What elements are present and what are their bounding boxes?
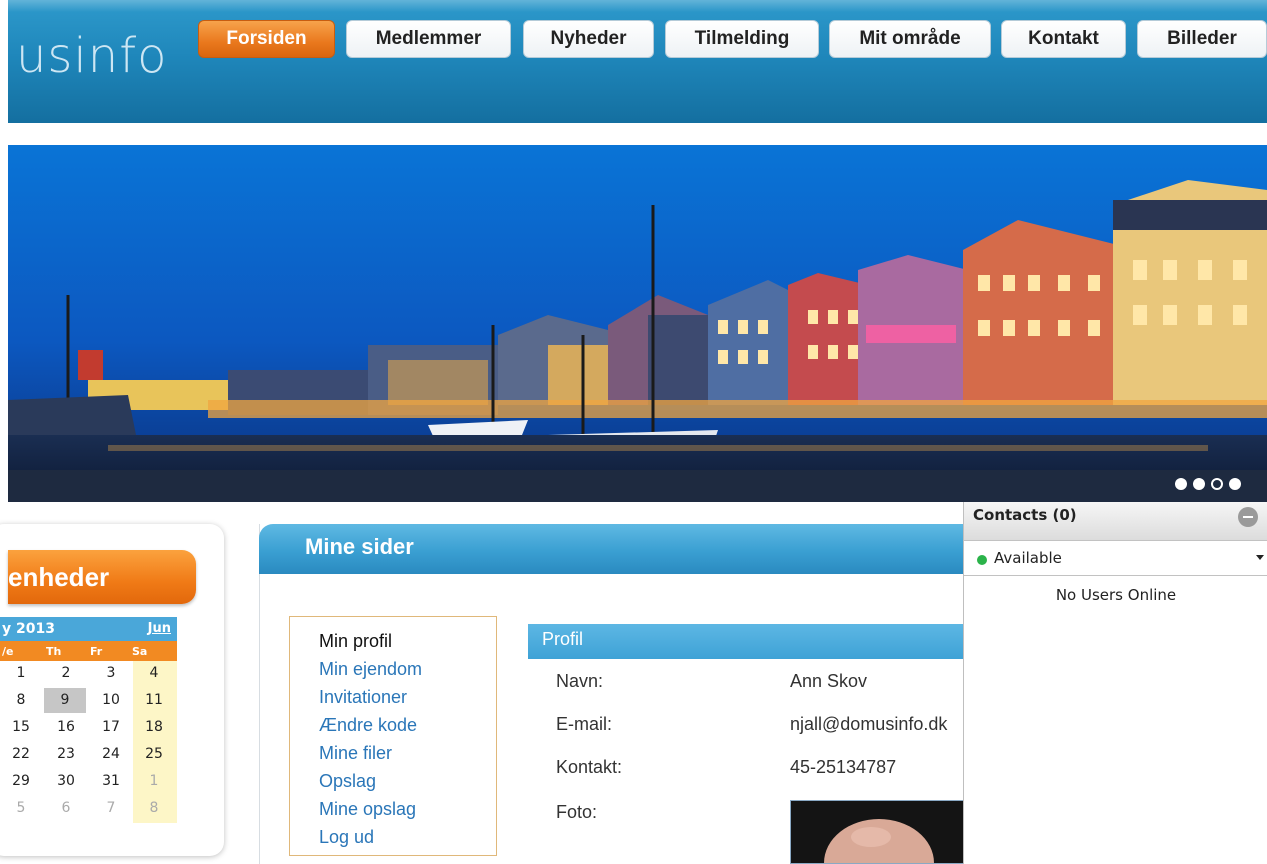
profile-photo [790, 800, 965, 864]
menu-opslag[interactable]: Opslag [319, 767, 496, 795]
nav-tilmelding[interactable]: Tilmelding [665, 20, 819, 58]
slide-dot[interactable] [1175, 478, 1187, 490]
contacts-header: Contacts (0) [964, 502, 1267, 541]
menu-min-profil[interactable]: Min profil [319, 627, 496, 655]
menu-min-ejendom[interactable]: Min ejendom [319, 655, 496, 683]
nav-kontakt[interactable]: Kontakt [1001, 20, 1126, 58]
day-header: /e [2, 645, 14, 658]
calendar-week: 1 2 3 4 [0, 661, 177, 688]
contacts-widget: Contacts (0) Available No Users Online [963, 502, 1267, 864]
email-value: njall@domusinfo.dk [790, 714, 948, 734]
calendar-day[interactable]: 8 [10, 688, 32, 713]
calendar-day-next-month[interactable]: 1 [143, 769, 165, 794]
slide-dot[interactable] [1229, 478, 1241, 490]
nav-nyheder[interactable]: Nyheder [523, 20, 654, 58]
slide-dot-active[interactable] [1211, 478, 1223, 490]
calendar-week: 22 23 24 25 [0, 742, 177, 769]
calendar-day[interactable]: 4 [143, 661, 165, 686]
avatar-illustration [791, 801, 964, 863]
calendar-day[interactable]: 15 [10, 715, 32, 740]
contact-label: Kontakt: [556, 757, 623, 777]
contact-value: 45-25134787 [790, 757, 897, 777]
day-header: Th [46, 645, 62, 658]
calendar-header: y 2013 Jun [0, 617, 177, 641]
calendar-day[interactable]: 31 [100, 769, 122, 794]
calendar-next-month-link[interactable]: Jun [148, 621, 171, 636]
calendar-day[interactable]: 18 [143, 715, 165, 740]
slideshow-dots [1175, 478, 1241, 490]
menu-invitationer[interactable]: Invitationer [319, 683, 496, 711]
name-value: Ann Skov [790, 671, 868, 691]
nav-billeder[interactable]: Billeder [1137, 20, 1267, 58]
event-calendar: y 2013 Jun /e Th Fr Sa 1 2 3 4 8 9 10 11… [0, 617, 177, 823]
chevron-down-icon [1256, 555, 1264, 560]
calendar-week: 5 6 7 8 [0, 796, 177, 823]
calendar-day[interactable]: 24 [100, 742, 122, 767]
email-label: E-mail: [556, 714, 613, 734]
site-logo[interactable]: usinfo [16, 28, 167, 84]
slide-dot[interactable] [1193, 478, 1205, 490]
calendar-day[interactable]: 25 [143, 742, 165, 767]
calendar-day[interactable]: 30 [55, 769, 77, 794]
calendar-day[interactable]: 1 [10, 661, 32, 686]
nav-medlemmer[interactable]: Medlemmer [346, 20, 511, 58]
calendar-day[interactable]: 3 [100, 661, 122, 686]
calendar-day[interactable]: 29 [10, 769, 32, 794]
calendar-day-headers: /e Th Fr Sa [0, 641, 177, 661]
menu-log-ud[interactable]: Log ud [319, 823, 496, 851]
online-status-icon [977, 555, 987, 565]
calendar-day-today[interactable]: 9 [44, 688, 86, 713]
calendar-day[interactable]: 16 [55, 715, 77, 740]
events-title-text: enheder [8, 561, 110, 592]
photo-label: Foto: [556, 802, 598, 822]
calendar-week: 29 30 31 1 [0, 769, 177, 796]
profile-section-header: Profil [528, 624, 965, 659]
calendar-week: 8 9 10 11 [0, 688, 177, 715]
day-header: Fr [90, 645, 103, 658]
menu-mine-filer[interactable]: Mine filer [319, 739, 496, 767]
calendar-day[interactable]: 11 [143, 688, 165, 713]
calendar-day[interactable]: 17 [100, 715, 122, 740]
calendar-week: 15 16 17 18 [0, 715, 177, 742]
header-shine [8, 0, 1267, 12]
profile-menu: Min profil Min ejendom Invitationer Ændr… [289, 616, 497, 856]
calendar-month-label: y 2013 [2, 621, 55, 637]
menu-aendre-kode[interactable]: Ændre kode [319, 711, 496, 739]
no-users-message: No Users Online [1055, 586, 1177, 604]
calendar-day-next-month[interactable]: 7 [100, 796, 122, 821]
calendar-day[interactable]: 10 [100, 688, 122, 713]
minimize-icon[interactable] [1238, 507, 1258, 527]
name-label: Navn: [556, 671, 604, 691]
site-header: usinfo Forsiden Medlemmer Nyheder Tilmel… [8, 0, 1267, 123]
contacts-title: Contacts (0) [973, 506, 1077, 524]
calendar-day[interactable]: 22 [10, 742, 32, 767]
nav-mit-omraade[interactable]: Mit område [829, 20, 991, 58]
calendar-day[interactable]: 2 [55, 661, 77, 686]
menu-mine-opslag[interactable]: Mine opslag [319, 795, 496, 823]
calendar-day-next-month[interactable]: 8 [143, 796, 165, 821]
page-title: Mine sider [259, 524, 965, 574]
harbor-banner-image [8, 145, 1267, 502]
calendar-day-next-month[interactable]: 6 [55, 796, 77, 821]
day-header: Sa [132, 645, 148, 658]
nav-forsiden[interactable]: Forsiden [198, 20, 335, 58]
calendar-day[interactable]: 23 [55, 742, 77, 767]
status-select[interactable]: Available [964, 541, 1267, 576]
nyhavn-illustration [8, 145, 1267, 502]
events-panel-title: enheder [8, 550, 196, 604]
status-label: Available [994, 549, 1062, 567]
calendar-day-next-month[interactable]: 5 [10, 796, 32, 821]
